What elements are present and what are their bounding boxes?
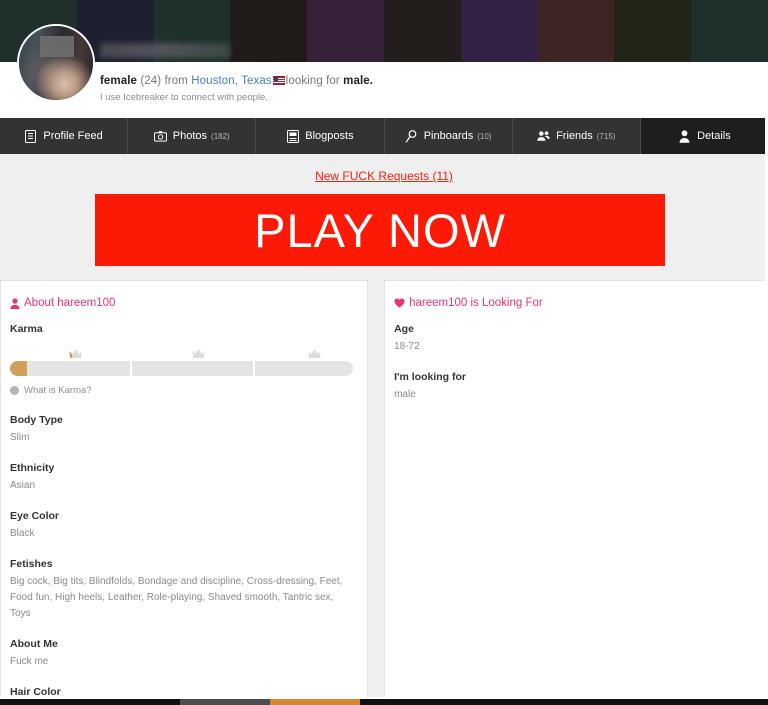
profile-field-label: Body Type: [10, 414, 63, 426]
bottom-segment-dark: [0, 699, 180, 705]
tab-blogposts[interactable]: Blogposts: [256, 118, 385, 154]
play-now-ad-banner[interactable]: PLAY NOW: [95, 194, 665, 266]
pin-icon: [405, 129, 418, 143]
profile-field-label: Ethnicity: [10, 462, 55, 474]
cover-band: [383, 0, 461, 62]
blurred-username-overlay: [100, 43, 230, 58]
looking-for-panel-title: hareem100 is Looking For: [394, 297, 753, 309]
avatar[interactable]: [17, 24, 95, 102]
tab-label: Profile Feed: [43, 130, 103, 142]
identity-text: female (24) from Houston, Texas looking f…: [100, 74, 373, 104]
tab-photos[interactable]: Photos (182): [128, 118, 257, 154]
cover-band: [614, 0, 692, 62]
question-dot-icon: [10, 386, 19, 395]
censor-bar: [39, 36, 74, 58]
profile-field-value: Slim: [10, 432, 30, 443]
tab-label: Blogposts: [305, 130, 354, 142]
profile-field-value: male: [394, 389, 416, 400]
identity-bar: female (24) from Houston, Texas looking f…: [0, 24, 768, 118]
looking-for-panel-title-text: hareem100 is Looking For: [409, 297, 543, 309]
about-panel: About hareem100 Karma What is Karma? Bod…: [0, 280, 369, 700]
profile-field-value: Asian: [10, 480, 36, 491]
profile-field-value: Fuck me: [10, 656, 49, 667]
bottom-segment-dark: [360, 699, 768, 705]
profile-field: I'm looking for male: [394, 371, 753, 403]
cover-band: [537, 0, 615, 62]
tab-profile-feed[interactable]: Profile Feed: [0, 118, 129, 154]
tab-count: (715): [596, 131, 616, 141]
karma-segment-divider: [253, 361, 255, 376]
profile-page: female (24) from Houston, Texas looking f…: [0, 0, 768, 705]
profile-field: About Me Fuck me: [10, 638, 353, 670]
looking-for-word: looking for: [285, 75, 340, 87]
profile-field-label: Eye Color: [10, 510, 60, 522]
blog-icon: [286, 129, 299, 143]
profile-field-value: Big cock, Big tits, Blindfolds, Bondage …: [10, 576, 343, 619]
tab-details[interactable]: Details: [640, 118, 768, 154]
profile-field-label: About Me: [10, 638, 58, 650]
person-icon: [10, 297, 20, 309]
profile-gender: female: [100, 75, 138, 87]
profile-tagline: I use Icebreaker to connect with people.: [100, 92, 268, 103]
tab-label: Photos: [172, 130, 208, 142]
profile-field: Age 18-72: [394, 323, 753, 355]
profile-field: Body Type Slim: [10, 414, 353, 446]
profile-field-label: Fetishes: [10, 558, 53, 570]
profile-age: (24): [140, 75, 162, 87]
requests-link-row: New FUCK Requests (11): [0, 167, 768, 185]
karma-progress-fill: [10, 361, 27, 376]
looking-for-panel: hareem100 is Looking For Age 18-72 I'm loo…: [384, 280, 768, 700]
profile-field: Ethnicity Asian: [10, 462, 353, 494]
new-requests-link[interactable]: New FUCK Requests (11): [315, 169, 453, 183]
cover-band: [230, 0, 308, 62]
karma-segment-divider: [130, 361, 132, 376]
profile-tabbar: Profile Feed Photos (182) Blogposts Pinboard…: [0, 118, 768, 154]
profile-looking-for: male.: [343, 75, 374, 87]
crown-icon-level-1: [69, 348, 82, 359]
tab-count: (10): [477, 131, 492, 141]
crown-icon-level-3: [308, 348, 321, 359]
cover-band: [460, 0, 538, 62]
profile-location[interactable]: Houston, Texas: [191, 75, 271, 87]
looking-for-field-list: Age 18-72 I'm looking for male: [394, 323, 753, 403]
about-panel-title-text: About hareem100: [24, 297, 116, 309]
tab-pinboards[interactable]: Pinboards (10): [385, 118, 513, 154]
feed-icon: [24, 129, 37, 143]
us-flag-icon: [272, 76, 285, 85]
tab-friends[interactable]: Friends (715): [513, 118, 641, 154]
friends-icon: [537, 130, 550, 143]
profile-field-value: Black: [10, 528, 35, 539]
tab-count: (182): [211, 131, 230, 141]
bottom-segment-gray: [180, 699, 270, 705]
person-icon: [678, 129, 691, 143]
about-panel-title: About hareem100: [10, 297, 353, 309]
what-is-karma-link[interactable]: What is Karma?: [10, 385, 353, 396]
cover-band: [307, 0, 384, 62]
bottom-segment-orange: [270, 699, 360, 705]
tab-label: Friends: [556, 130, 593, 142]
bottom-chrome-bar: [0, 697, 768, 705]
karma-progress-bar: [10, 361, 354, 376]
heart-icon: [394, 298, 405, 308]
tab-label: Details: [697, 130, 731, 142]
profile-summary-line: female (24) from Houston, Texas looking f…: [100, 74, 373, 88]
tab-label: Pinboards: [423, 130, 474, 142]
profile-field: Fetishes Big cock, Big tits, Blindfolds, …: [10, 558, 353, 622]
what-is-karma-label: What is Karma?: [24, 385, 92, 396]
camera-icon: [153, 130, 167, 143]
cover-band: [691, 0, 768, 62]
profile-field-value: 18-72: [394, 341, 420, 352]
from-word: from: [164, 75, 188, 87]
karma-label: Karma: [10, 323, 43, 335]
play-now-label: PLAY NOW: [254, 203, 506, 257]
profile-field: Eye Color Black: [10, 510, 353, 542]
details-content: About hareem100 Karma What is Karma? Bod…: [0, 280, 768, 700]
profile-field-label: Age: [394, 323, 414, 335]
profile-field-label: I'm looking for: [394, 371, 467, 383]
karma-crowns: [10, 347, 353, 359]
crown-icon-level-2: [192, 348, 205, 359]
about-field-list: Body Type Slim Ethnicity Asian Eye Color Blac…: [10, 414, 353, 699]
